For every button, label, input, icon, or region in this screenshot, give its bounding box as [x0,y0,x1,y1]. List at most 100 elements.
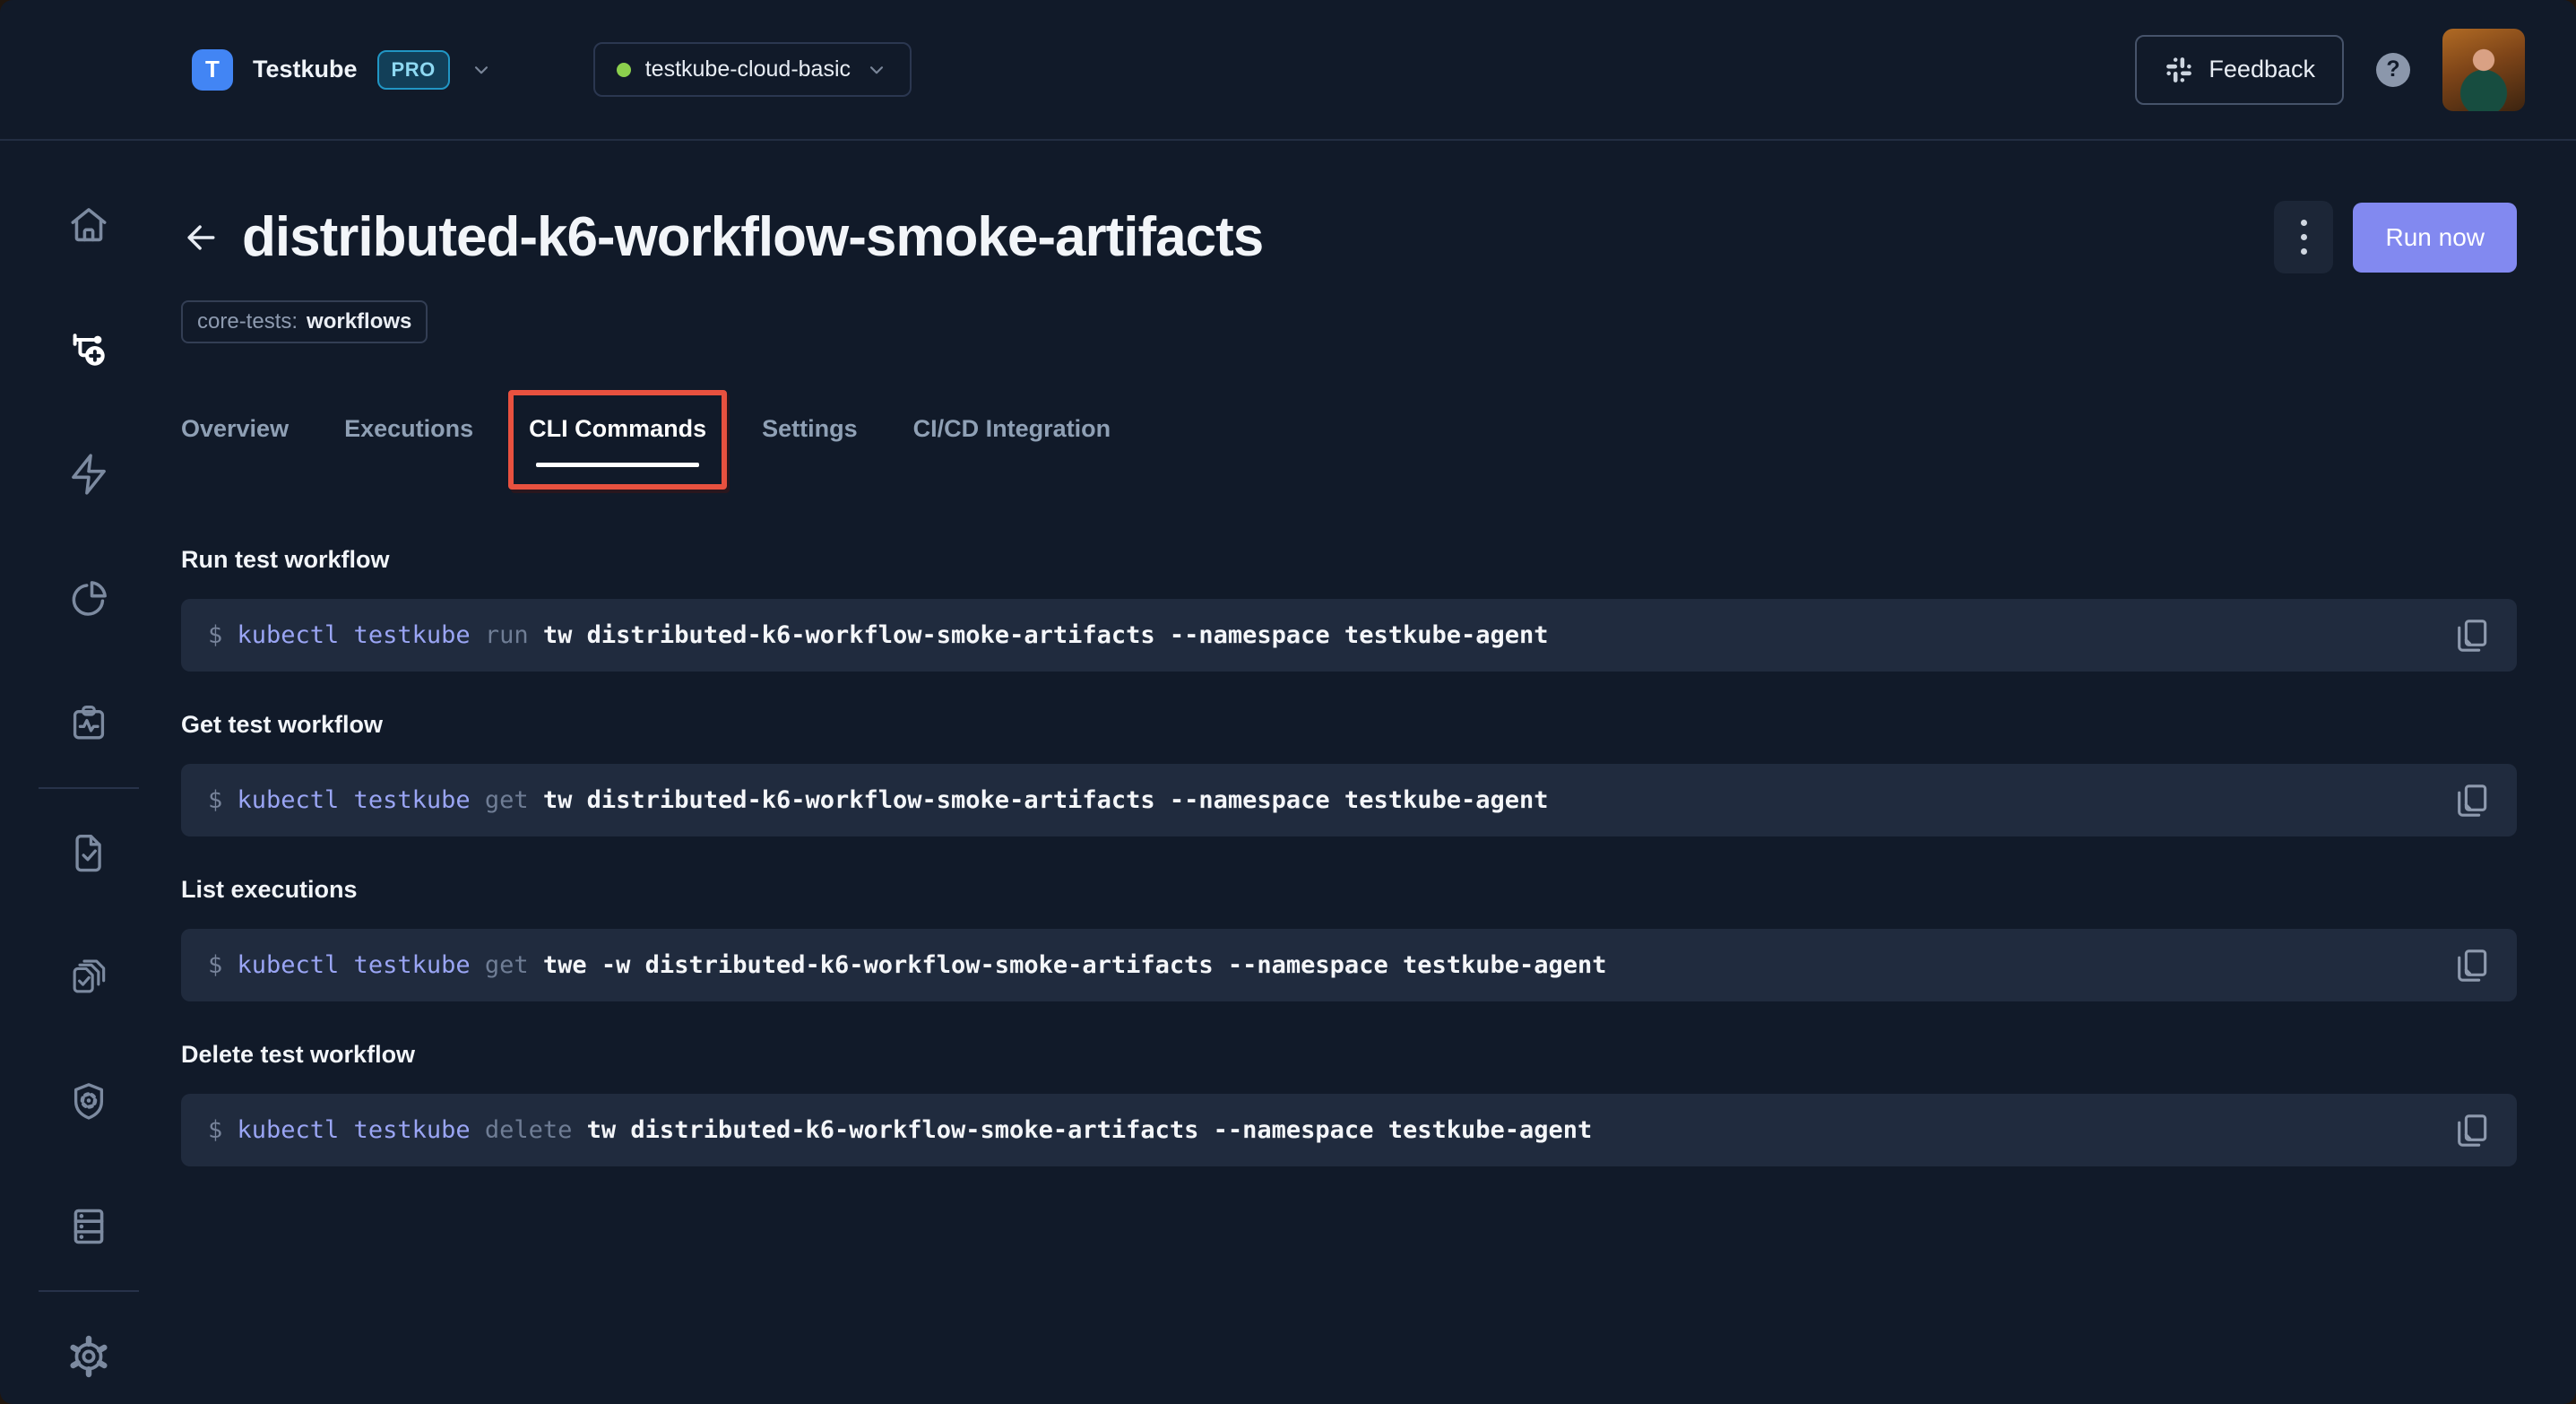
org-switcher[interactable]: T Testkube PRO [192,48,493,91]
copy-icon [2452,616,2492,655]
tab-cli-commands[interactable]: CLI Commands [508,390,728,490]
section-heading: Run test workflow [181,546,390,573]
copy-command-button[interactable] [2451,1109,2494,1152]
sidebar-item-webhooks[interactable] [65,1079,112,1125]
section-heading: Get test workflow [181,711,384,738]
active-tab-underline [536,463,700,467]
test-workflows-icon [66,327,111,372]
cli-command-section: Delete test workflow $ kubectl testkube d… [181,1041,2517,1166]
sidebar-item-monitoring[interactable] [65,700,112,746]
command-args: tw distributed-k6-workflow-smoke-artifac… [542,621,1549,649]
page-title: distributed-k6-workflow-smoke-artifacts [242,206,1264,268]
app-window: T Testkube PRO testkube-cloud-basic Feed… [0,0,2576,1404]
home-icon [66,203,111,247]
tab-ci-cd-integration[interactable]: CI/CD Integration [913,415,1111,467]
command-prompt: $ [208,951,238,979]
label-chip-key: core-tests: [197,309,298,334]
copy-command-button[interactable] [2451,779,2494,822]
docs-stack-check-icon [66,955,111,1000]
command-code-block: $ kubectl testkube delete tw distributed… [181,1094,2517,1166]
labels-row: core-tests: workflows [181,300,2517,343]
pie-chart-icon [66,576,111,621]
feedback-button[interactable]: Feedback [2135,34,2344,105]
plan-badge: PRO [376,49,450,90]
command-prompt: $ [208,786,238,814]
page-header: distributed-k6-workflow-smoke-artifacts … [181,201,2517,273]
command-args: twe -w distributed-k6-workflow-smoke-art… [542,951,1607,979]
doc-check-icon [66,830,111,875]
testkube-logo-icon [54,27,124,113]
sidebar-item-tests[interactable] [65,830,112,876]
sidebar-item-test-suites[interactable] [65,955,112,1001]
run-now-button[interactable]: Run now [2353,202,2517,273]
command-args: tw distributed-k6-workflow-smoke-artifac… [586,1116,1593,1144]
env-name: testkube-cloud-basic [644,56,851,82]
org-initial-badge: T [192,48,233,91]
tab-label: Overview [181,415,290,442]
kebab-menu-icon [2300,220,2307,226]
tab-executions[interactable]: Executions [344,415,473,467]
command-base: kubectl testkube [237,951,485,979]
sidebar-item-dashboard[interactable] [65,203,112,248]
copy-command-button[interactable] [2451,614,2494,657]
chevron-down-icon [470,58,493,82]
shield-gear-icon [66,1079,111,1124]
tab-bar: Overview Executions CLI Commands Settings CI… [181,390,2517,490]
main-content: distributed-k6-workflow-smoke-artifacts … [177,141,2576,1404]
lightning-icon [66,452,111,497]
question-mark-icon: ? [2386,56,2400,82]
sidebar-divider [39,786,139,789]
section-heading: Delete test workflow [181,1041,416,1068]
org-name: Testkube [253,56,358,82]
command-args: tw distributed-k6-workflow-smoke-artifac… [542,786,1549,814]
title-actions: Run now [2274,201,2517,273]
command-code-block: $ kubectl testkube get tw distributed-k6… [181,764,2517,836]
label-chip: core-tests: workflows [181,300,428,343]
cli-command-section: Get test workflow $ kubectl testkube get … [181,711,2517,836]
command-code-block: $ kubectl testkube get twe -w distribute… [181,929,2517,1001]
tab-label: Settings [762,415,858,442]
tab-overview[interactable]: Overview [181,415,289,467]
sidebar-divider [39,1290,139,1293]
chevron-down-icon [865,58,888,82]
command-base: kubectl testkube [237,1116,485,1144]
command-verb: get [484,951,543,979]
top-bar: T Testkube PRO testkube-cloud-basic Feed… [0,0,2576,141]
sidebar-item-sources[interactable] [65,1203,112,1249]
sidebar [0,141,177,1404]
user-avatar[interactable] [2442,28,2525,111]
tab-label: CLI Commands [529,415,707,442]
command-prompt: $ [208,1116,238,1144]
label-chip-value: workflows [307,309,412,334]
back-button[interactable] [181,218,220,257]
more-options-button[interactable] [2274,201,2334,273]
cli-sections: Run test workflow $ kubectl testkube run … [181,546,2517,1166]
command-base: kubectl testkube [237,621,485,649]
command-verb: get [484,786,543,814]
command-base: kubectl testkube [237,786,485,814]
feedback-label: Feedback [2209,56,2315,82]
copy-icon [2452,1111,2492,1150]
help-button[interactable]: ? [2376,52,2410,87]
cli-command-section: List executions $ kubectl testkube get tw… [181,876,2517,1001]
copy-command-button[interactable] [2451,944,2494,987]
sidebar-item-settings[interactable] [65,1333,112,1379]
copy-icon [2452,946,2492,985]
sidebar-item-triggers[interactable] [65,452,112,498]
arrow-left-icon [181,218,220,257]
sidebar-item-test-workflows[interactable] [65,327,112,373]
clipboard-pulse-icon [66,701,111,746]
command-code-block: $ kubectl testkube run tw distributed-k6… [181,599,2517,672]
command-prompt: $ [208,621,238,649]
cli-command-section: Run test workflow $ kubectl testkube run … [181,546,2517,672]
server-rack-icon [66,1204,111,1249]
env-status-dot [616,62,631,77]
sidebar-item-insights[interactable] [65,576,112,621]
command-verb: delete [484,1116,587,1144]
tab-settings[interactable]: Settings [762,415,858,467]
environment-selector[interactable]: testkube-cloud-basic [592,42,912,97]
slack-icon [2164,55,2194,85]
copy-icon [2452,781,2492,820]
command-verb: run [484,621,543,649]
section-heading: List executions [181,876,358,903]
